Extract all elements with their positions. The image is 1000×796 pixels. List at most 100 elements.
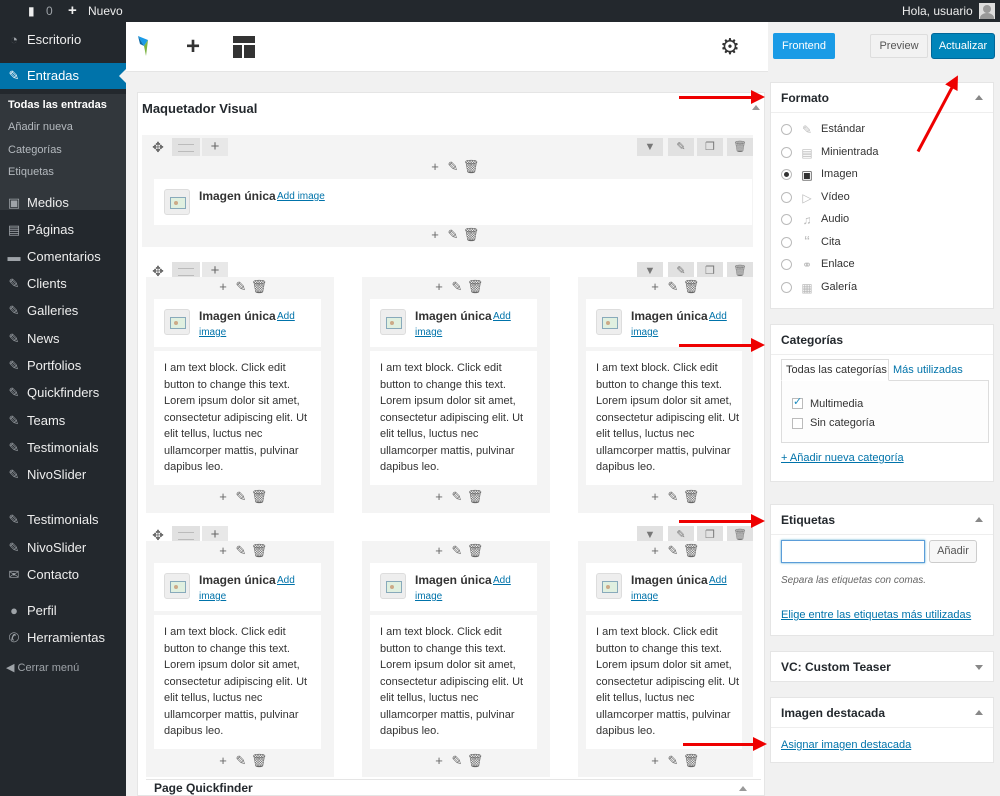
radio-button[interactable] — [781, 282, 792, 293]
single-image-element[interactable]: Imagen única Add image — [154, 299, 321, 347]
add-icon[interactable]: + — [430, 279, 448, 295]
menu-item-paginas[interactable]: ▤ Páginas — [0, 217, 126, 243]
collapse-toggle-icon[interactable] — [975, 710, 983, 715]
add-column-icon[interactable]: + — [202, 138, 228, 156]
tab-all-categories[interactable]: Todas las categorías — [781, 359, 889, 381]
single-image-element[interactable]: Imagen única Add image — [154, 179, 752, 225]
add-tag-button[interactable]: Añadir — [929, 540, 977, 563]
add-image-link[interactable]: Add image — [277, 189, 325, 205]
menu-item-herramientas[interactable]: ✆ Herramientas — [0, 625, 126, 651]
add-element-icon[interactable]: + — [168, 22, 218, 72]
add-icon[interactable]: + — [214, 489, 232, 505]
text-block-element[interactable]: I am text block. Click edit button to ch… — [154, 615, 321, 749]
vc-logo-icon[interactable] — [136, 32, 152, 62]
edit-icon[interactable]: ✎ — [232, 279, 250, 295]
metabox-header[interactable]: Categorías — [771, 325, 993, 355]
edit-icon[interactable]: ✎ — [664, 543, 682, 559]
trash-icon[interactable]: 🗑 — [682, 543, 700, 559]
trash-icon[interactable]: 🗑 — [250, 753, 268, 769]
edit-icon[interactable]: ✎ — [448, 753, 466, 769]
edit-icon[interactable]: ✎ — [664, 489, 682, 505]
row-layout-icon[interactable] — [172, 138, 200, 156]
menu-item-escritorio[interactable]: ◔ Escritorio — [0, 27, 126, 53]
radio-button[interactable] — [781, 214, 792, 225]
edit-icon[interactable]: ✎ — [232, 489, 250, 505]
submenu-categorias[interactable]: Categorías — [8, 139, 62, 161]
menu-item-nivoslider[interactable]: ✎ NivoSlider — [0, 462, 126, 488]
add-icon[interactable]: + — [646, 489, 664, 505]
edit-icon[interactable]: ✎ — [232, 753, 250, 769]
tag-input[interactable] — [781, 540, 925, 563]
single-image-element[interactable]: Imagen única Add image — [586, 299, 742, 347]
category-checkbox-multimedia[interactable] — [792, 395, 803, 409]
menu-item-comentarios[interactable]: ▬ Comentarios — [0, 244, 126, 270]
metabox-header[interactable]: Formato — [771, 83, 993, 113]
edit-icon[interactable]: ✎ — [668, 138, 694, 156]
preview-button[interactable]: Preview — [870, 34, 928, 58]
radio-button[interactable] — [781, 237, 792, 248]
submenu-todas-las-entradas[interactable]: Todas las entradas — [8, 94, 107, 116]
new-content-link[interactable]: Nuevo — [88, 0, 123, 22]
add-icon[interactable]: + — [430, 489, 448, 505]
expand-toggle-icon[interactable] — [975, 665, 983, 670]
trash-icon[interactable]: 🗑 — [462, 227, 480, 243]
move-icon[interactable]: ✥ — [150, 137, 166, 157]
edit-icon[interactable]: ✎ — [444, 159, 462, 175]
edit-icon[interactable]: ✎ — [444, 227, 462, 243]
submenu-anadir-nueva[interactable]: Añadir nueva — [8, 116, 73, 138]
radio-button[interactable] — [781, 169, 792, 180]
add-image-link[interactable]: Add image — [415, 309, 515, 341]
add-icon[interactable]: + — [646, 753, 664, 769]
menu-item-perfil[interactable]: ● Perfil — [0, 598, 126, 624]
add-icon[interactable]: + — [426, 159, 444, 175]
trash-icon[interactable]: 🗑 — [466, 543, 484, 559]
comments-count[interactable]: 0 — [46, 0, 53, 22]
text-block-element[interactable]: I am text block. Click edit button to ch… — [370, 615, 537, 749]
trash-icon[interactable]: 🗑 — [250, 489, 268, 505]
clone-icon[interactable]: ❐ — [697, 138, 723, 156]
menu-item-portfolios[interactable]: ✎ Portfolios — [0, 353, 126, 379]
trash-icon[interactable]: 🗑 — [250, 543, 268, 559]
add-icon[interactable]: + — [430, 753, 448, 769]
add-image-link[interactable]: Add image — [631, 309, 731, 341]
menu-item-quickfinders[interactable]: ✎ Quickfinders — [0, 380, 126, 406]
edit-icon[interactable]: ✎ — [664, 279, 682, 295]
single-image-element[interactable]: Imagen única Add image — [370, 563, 537, 611]
trash-icon[interactable]: 🗑 — [466, 279, 484, 295]
radio-button[interactable] — [781, 147, 792, 158]
choose-tags-link[interactable]: Elige entre las etiquetas más utilizadas — [781, 609, 971, 621]
text-block-element[interactable]: I am text block. Click edit button to ch… — [586, 351, 742, 485]
add-icon[interactable]: + — [426, 227, 444, 243]
edit-icon[interactable]: ✎ — [448, 489, 466, 505]
add-icon[interactable]: + — [214, 279, 232, 295]
single-image-element[interactable]: Imagen única Add image — [586, 563, 742, 611]
chevron-down-icon[interactable]: ▼ — [637, 138, 663, 156]
edit-icon[interactable]: ✎ — [448, 279, 466, 295]
menu-item-galleries[interactable]: ✎ Galleries — [0, 298, 126, 324]
collapse-menu-button[interactable]: ◀ Cerrar menú — [6, 658, 79, 678]
edit-icon[interactable]: ✎ — [664, 753, 682, 769]
trash-icon[interactable]: 🗑 — [466, 753, 484, 769]
menu-item-contacto[interactable]: ✉ Contacto — [0, 562, 126, 588]
edit-icon[interactable]: ✎ — [232, 543, 250, 559]
single-image-element[interactable]: Imagen única Add image — [154, 563, 321, 611]
menu-item-testimonials-2[interactable]: ✎ Testimonials — [0, 507, 126, 533]
metabox-header[interactable]: Imagen destacada — [771, 698, 993, 728]
metabox-header[interactable]: VC: Custom Teaser — [771, 652, 993, 682]
text-block-element[interactable]: I am text block. Click edit button to ch… — [154, 351, 321, 485]
trash-icon[interactable]: 🗑 — [250, 279, 268, 295]
collapse-toggle-icon[interactable] — [752, 105, 760, 110]
add-icon[interactable]: + — [430, 543, 448, 559]
collapse-toggle-icon[interactable] — [975, 517, 983, 522]
comments-icon[interactable]: ▮ — [28, 0, 35, 22]
menu-item-testimonials[interactable]: ✎ Testimonials — [0, 435, 126, 461]
metabox-header[interactable]: Etiquetas — [771, 505, 993, 535]
menu-item-clients[interactable]: ✎ Clients — [0, 271, 126, 297]
add-icon[interactable]: + — [646, 279, 664, 295]
collapse-toggle-icon[interactable] — [975, 95, 983, 100]
add-icon[interactable]: + — [646, 543, 664, 559]
templates-icon[interactable] — [219, 22, 269, 72]
update-button[interactable]: Actualizar — [931, 33, 995, 59]
add-category-link[interactable]: + Añadir nueva categoría — [781, 452, 904, 464]
trash-icon[interactable]: 🗑 — [682, 489, 700, 505]
